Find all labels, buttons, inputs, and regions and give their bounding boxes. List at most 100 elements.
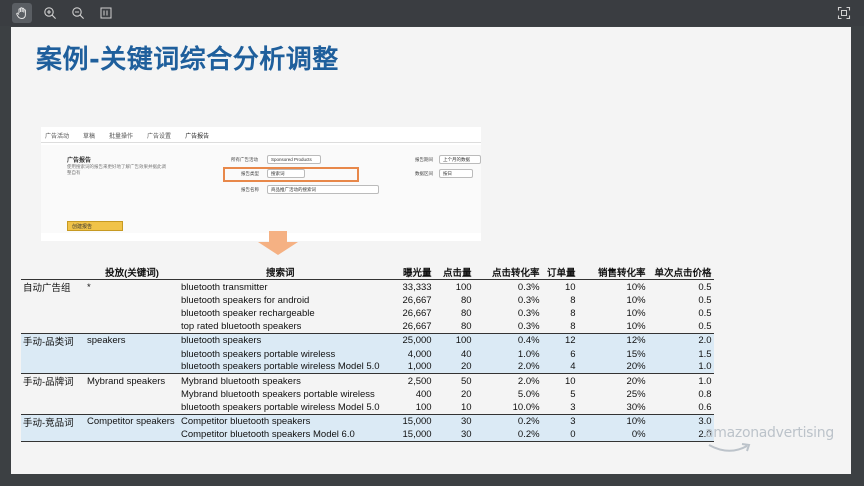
- cell-target: *: [87, 281, 91, 293]
- cell-search-term: top rated bluetooth speakers: [181, 320, 302, 332]
- cell-search-term: bluetooth speakers portable wireless Mod…: [181, 401, 380, 413]
- cell-impressions: 25,000: [381, 332, 434, 348]
- cell-ctr: 0.4%: [473, 332, 542, 348]
- table-row: Mybrand bluetooth speakers portable wire…: [21, 388, 714, 401]
- cell-target: [85, 294, 179, 307]
- cell-impressions: 1,000: [381, 360, 434, 374]
- cell-cpc: 2.0: [647, 428, 714, 442]
- cell-clicks: 100: [455, 281, 472, 293]
- table-body: 自动广告组 * bluetooth transmitter 33,333 100 0.3%…: [21, 280, 714, 442]
- table-row: 自动广告组 * bluetooth transmitter 33,333 100 0.3%…: [21, 280, 714, 295]
- viewer-toolbar: [0, 0, 864, 26]
- col-header: 单次点击价格: [647, 265, 714, 280]
- table-header-row: 投放(关键词) 搜索词 曝光量 点击量 点击转化率 订单量 销售转化率 单次点击…: [21, 265, 714, 280]
- logo-text: amazonadvertising: [705, 425, 834, 441]
- cell-impressions: 400: [415, 389, 432, 400]
- fit-screen-icon: [837, 6, 851, 20]
- cell-search-term: bluetooth speakers portable wireless Mod…: [179, 360, 382, 374]
- cell-target: [85, 320, 179, 333]
- cell-cvr: 10%: [626, 308, 646, 319]
- zoom-out-icon: [72, 7, 84, 19]
- cell-cpc: 0.5: [698, 295, 712, 306]
- create-report-button: 创建报告: [67, 221, 123, 231]
- mini-input: 商品推广活动的搜索词: [267, 185, 379, 194]
- highlight-box: [223, 167, 359, 182]
- fit-screen-button[interactable]: [834, 3, 854, 23]
- cell-clicks: 100: [433, 332, 474, 348]
- cell-orders: 5: [570, 389, 576, 400]
- cell-cvr: 10%: [577, 413, 648, 429]
- cell-ctr: 0.2%: [473, 413, 542, 429]
- cell-cpc: 0.5: [698, 281, 712, 293]
- cell-orders: 8: [570, 308, 576, 319]
- cell-orders: 10: [541, 373, 578, 388]
- hand-tool-button[interactable]: [12, 3, 32, 23]
- cell-search-term: Mybrand bluetooth speakers portable wire…: [181, 389, 375, 400]
- cell-cpc: 1.0: [647, 360, 714, 374]
- table-row: bluetooth speaker rechargeable 26,667 80 0.…: [21, 307, 714, 320]
- cell-search-term: Competitor bluetooth speakers: [179, 413, 382, 429]
- cell-orders: 8: [570, 320, 576, 332]
- cell-group: [21, 294, 85, 307]
- cell-cvr: 10%: [626, 295, 646, 306]
- cell-search-term: Mybrand bluetooth speakers: [179, 373, 382, 388]
- cell-cpc: 2.0: [647, 332, 714, 348]
- cell-cpc: 0.5: [698, 308, 712, 319]
- cell-orders: 3: [570, 401, 576, 413]
- page-view-button[interactable]: [96, 3, 116, 23]
- cell-search-term: bluetooth speaker rechargeable: [181, 308, 315, 319]
- cell-group: [21, 388, 85, 401]
- smile-arrow-icon: [708, 443, 751, 452]
- col-header: 搜索词: [179, 265, 382, 280]
- mini-select: 按日: [439, 169, 473, 178]
- mini-select: Sponsored Products: [267, 155, 321, 164]
- cell-orders: 0: [541, 428, 578, 442]
- cell-search-term: bluetooth speakers for android: [181, 295, 310, 306]
- table-row: bluetooth speakers portable wireless 4,00…: [21, 347, 714, 361]
- cell-cvr: 20%: [577, 373, 648, 388]
- cell-target: Competitor speakers: [85, 413, 179, 429]
- cell-impressions: 26,667: [402, 320, 432, 332]
- cell-cpc: 1.5: [647, 347, 714, 361]
- cell-cpc: 1.0: [647, 373, 714, 388]
- keyword-table: 投放(关键词) 搜索词 曝光量 点击量 点击转化率 订单量 销售转化率 单次点击…: [21, 265, 714, 442]
- cell-clicks: 80: [460, 295, 472, 306]
- col-header: 投放(关键词): [85, 265, 179, 280]
- cell-clicks: 50: [433, 373, 474, 388]
- page-icon: [100, 7, 112, 19]
- cell-group: 手动-竞品词: [21, 413, 85, 429]
- cell-target: Mybrand speakers: [85, 373, 179, 388]
- cell-ctr: 2.0%: [473, 360, 542, 374]
- cell-cpc: 0.8: [698, 389, 712, 400]
- cell-group: [21, 320, 85, 333]
- cell-search-term: bluetooth speakers portable wireless: [179, 347, 382, 361]
- table-row: bluetooth speakers portable wireless Mod…: [21, 360, 714, 374]
- cell-clicks: 20: [460, 389, 472, 400]
- divider: [41, 142, 481, 143]
- cell-cpc: 0.6: [698, 401, 712, 413]
- cell-target: speakers: [85, 332, 179, 348]
- col-header: 点击转化率: [473, 265, 542, 280]
- cell-impressions: 26,667: [402, 295, 432, 306]
- zoom-out-button[interactable]: [68, 3, 88, 23]
- cell-ctr: 0.2%: [473, 428, 542, 442]
- cell-orders: 10: [564, 281, 576, 293]
- table-row: top rated bluetooth speakers 26,667 80 0.3%…: [21, 320, 714, 333]
- cell-ctr: 0.3%: [517, 295, 540, 306]
- zoom-in-button[interactable]: [40, 3, 60, 23]
- cell-target: [85, 401, 179, 414]
- table-row: 手动-品类词 speakers bluetooth speakers 25,000 10…: [21, 332, 714, 348]
- cell-impressions: 100: [415, 401, 432, 413]
- cell-group: [21, 360, 85, 374]
- cell-target: [85, 347, 179, 361]
- hand-icon: [16, 7, 26, 20]
- table-row: bluetooth speakers for android 26,667 80 0.…: [21, 294, 714, 307]
- cell-ctr: 1.0%: [473, 347, 542, 361]
- cell-target: [85, 360, 179, 374]
- cell-cpc: 0.5: [698, 320, 712, 332]
- cell-search-term: Competitor bluetooth speakers Model 6.0: [179, 428, 382, 442]
- cell-clicks: 40: [433, 347, 474, 361]
- zoom-in-icon: [44, 7, 56, 19]
- cell-impressions: 15,000: [381, 413, 434, 429]
- cell-clicks: 20: [433, 360, 474, 374]
